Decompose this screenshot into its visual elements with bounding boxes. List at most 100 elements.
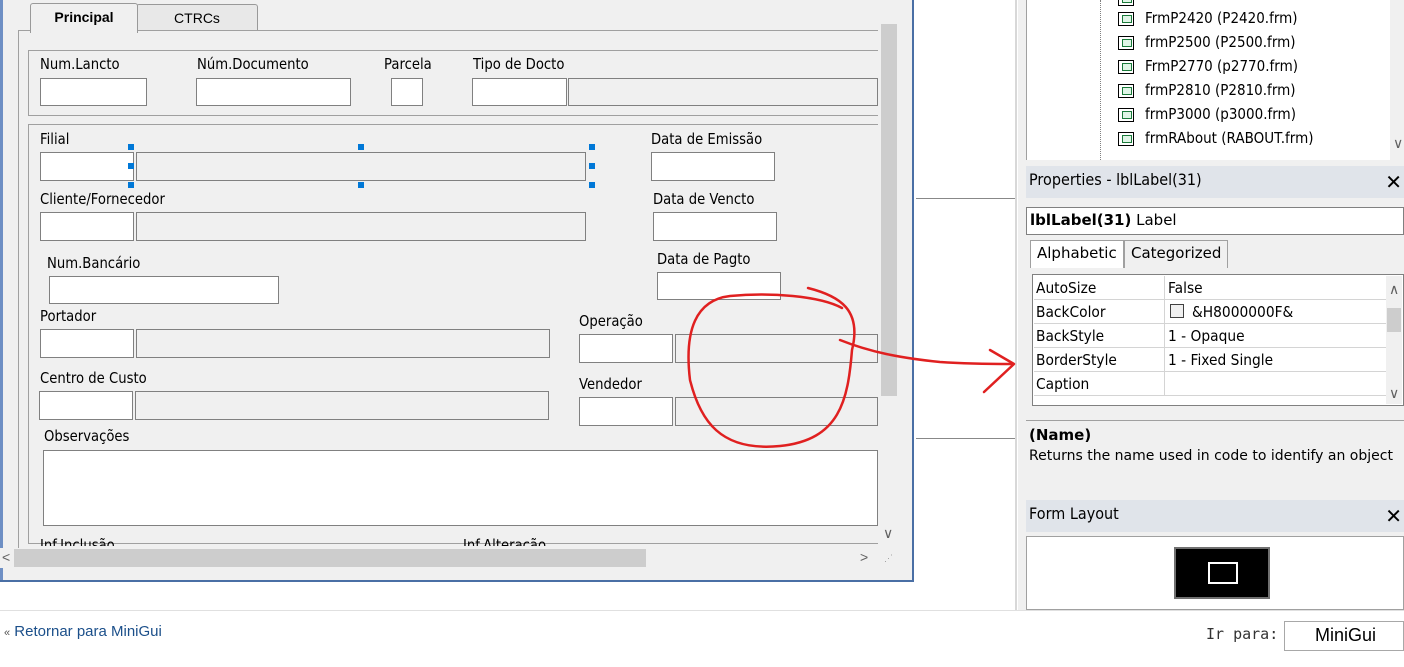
- num-bancario-field[interactable]: [49, 276, 279, 304]
- operacao-field[interactable]: [579, 334, 673, 363]
- property-row-autosize[interactable]: AutoSize False: [1034, 276, 1386, 300]
- centro-custo-field[interactable]: [39, 391, 133, 420]
- selection-handle[interactable]: [358, 182, 364, 188]
- data-pagto-field[interactable]: [657, 272, 781, 300]
- selection-handle[interactable]: [589, 163, 595, 169]
- object-selector[interactable]: lblLabel(31) Label: [1026, 207, 1404, 235]
- num-documento-field[interactable]: [196, 78, 351, 106]
- divider: [916, 198, 1016, 199]
- form-canvas[interactable]: Principal CTRCs Num.Lancto Núm.Documento…: [0, 0, 912, 580]
- tree-item-label: frmP2500 (P2500.frm): [1145, 33, 1296, 51]
- tab-principal[interactable]: Principal: [30, 3, 138, 33]
- back-link[interactable]: « Retornar para MiniGui: [4, 623, 162, 640]
- form-icon: [1118, 84, 1134, 98]
- property-value[interactable]: False: [1168, 279, 1203, 297]
- form-position-icon[interactable]: [1208, 562, 1238, 584]
- resize-grip-icon[interactable]: ⋰: [884, 554, 893, 563]
- tipo-docto-desc-field: [568, 78, 878, 106]
- scroll-right-icon[interactable]: >: [860, 550, 868, 564]
- vendedor-field[interactable]: [579, 397, 673, 426]
- column-separator: [1164, 300, 1165, 324]
- property-value[interactable]: 1 - Opaque: [1168, 327, 1245, 345]
- form-icon: [1118, 0, 1134, 6]
- label-tipo-docto: Tipo de Docto: [473, 55, 565, 73]
- data-vencto-field[interactable]: [653, 212, 777, 241]
- selection-handle[interactable]: [128, 144, 134, 150]
- label-filial: Filial: [40, 130, 70, 148]
- object-type: Label: [1136, 211, 1177, 229]
- goto-label: Ir para:: [1206, 625, 1279, 643]
- inf-alteracao-clip: Inf.Alteração: [463, 532, 763, 546]
- scroll-down-icon[interactable]: ∨: [883, 526, 893, 540]
- label-num-documento: Núm.Documento: [197, 55, 309, 73]
- page-footer: [0, 610, 1404, 667]
- cliente-desc-field: [136, 212, 586, 241]
- label-num-bancario: Num.Bancário: [47, 254, 141, 272]
- property-description: (Name) Returns the name used in code to …: [1026, 420, 1404, 490]
- vertical-scrollbar-thumb[interactable]: [881, 24, 897, 396]
- label-data-vencto: Data de Vencto: [653, 190, 755, 208]
- property-row-backstyle[interactable]: BackStyle 1 - Opaque: [1034, 324, 1386, 348]
- form-icon: [1118, 12, 1134, 26]
- double-chevron-left-icon: «: [4, 627, 11, 639]
- property-row-backcolor[interactable]: BackColor &H8000000F&: [1034, 300, 1386, 324]
- form-icon: [1118, 60, 1134, 74]
- properties-title-bar: Properties - lblLabel(31) ✕: [1026, 166, 1404, 198]
- selection-handle[interactable]: [128, 163, 134, 169]
- scroll-left-icon[interactable]: <: [2, 550, 10, 564]
- form-icon: [1118, 108, 1134, 122]
- close-icon[interactable]: ✕: [1385, 170, 1402, 194]
- color-swatch-icon: [1170, 304, 1184, 318]
- tab-alphabetic[interactable]: Alphabetic: [1030, 240, 1124, 268]
- column-separator: [1164, 348, 1165, 372]
- property-name: AutoSize: [1036, 279, 1097, 297]
- tab-ctrcs[interactable]: CTRCs: [136, 4, 258, 32]
- property-row-caption[interactable]: Caption: [1034, 372, 1386, 396]
- scroll-up-icon[interactable]: ∧: [1389, 282, 1399, 296]
- label-observacoes: Observações: [44, 427, 130, 445]
- form-icon: [1118, 36, 1134, 50]
- filial-desc-label[interactable]: [136, 152, 586, 181]
- observacoes-field[interactable]: [43, 450, 878, 526]
- label-inf-inclusao: Inf.Inclusão: [40, 536, 115, 546]
- filial-field[interactable]: [40, 152, 134, 181]
- tree-item-label: frmP2810 (P2810.frm): [1145, 81, 1296, 99]
- tipo-docto-field[interactable]: [472, 78, 567, 106]
- data-emissao-field[interactable]: [651, 152, 775, 181]
- selection-handle[interactable]: [358, 144, 364, 150]
- window-border: [0, 0, 3, 580]
- property-value[interactable]: &H8000000F&: [1192, 303, 1293, 321]
- goto-select[interactable]: MiniGui: [1284, 621, 1404, 651]
- scroll-down-icon[interactable]: ∨: [1393, 136, 1403, 150]
- num-lancto-field[interactable]: [40, 78, 147, 106]
- cliente-field[interactable]: [40, 212, 134, 241]
- close-icon[interactable]: ✕: [1385, 504, 1402, 528]
- property-name: BorderStyle: [1036, 351, 1117, 369]
- column-separator: [1164, 324, 1165, 348]
- tree-lines: [1100, 0, 1101, 160]
- form-layout-title-bar: Form Layout ✕: [1026, 500, 1404, 532]
- selection-handle[interactable]: [128, 182, 134, 188]
- column-separator: [1164, 276, 1165, 300]
- tab-categorized[interactable]: Categorized: [1124, 240, 1229, 268]
- label-inf-alteracao: Inf.Alteração: [463, 536, 547, 546]
- label-num-lancto: Num.Lancto: [40, 55, 120, 73]
- selection-handle[interactable]: [589, 144, 595, 150]
- selection-handle[interactable]: [589, 182, 595, 188]
- property-name: BackColor: [1036, 303, 1106, 321]
- property-grid-scrollbar-thumb[interactable]: [1387, 308, 1401, 332]
- back-link-label[interactable]: Retornar para MiniGui: [14, 623, 162, 640]
- label-centro-custo: Centro de Custo: [40, 369, 147, 387]
- label-data-pagto: Data de Pagto: [657, 250, 751, 268]
- parcela-field[interactable]: [391, 78, 423, 106]
- object-name: lblLabel(31): [1030, 211, 1132, 229]
- property-value[interactable]: 1 - Fixed Single: [1168, 351, 1273, 369]
- label-data-emissao: Data de Emissão: [651, 130, 763, 148]
- properties-title: Properties - lblLabel(31): [1029, 170, 1202, 189]
- horizontal-scrollbar-thumb[interactable]: [14, 549, 646, 567]
- splitter[interactable]: [1015, 0, 1017, 610]
- property-row-borderstyle[interactable]: BorderStyle 1 - Fixed Single: [1034, 348, 1386, 372]
- centro-custo-desc-field: [135, 391, 549, 420]
- portador-field[interactable]: [40, 329, 134, 358]
- scroll-down-icon[interactable]: ∨: [1389, 386, 1399, 400]
